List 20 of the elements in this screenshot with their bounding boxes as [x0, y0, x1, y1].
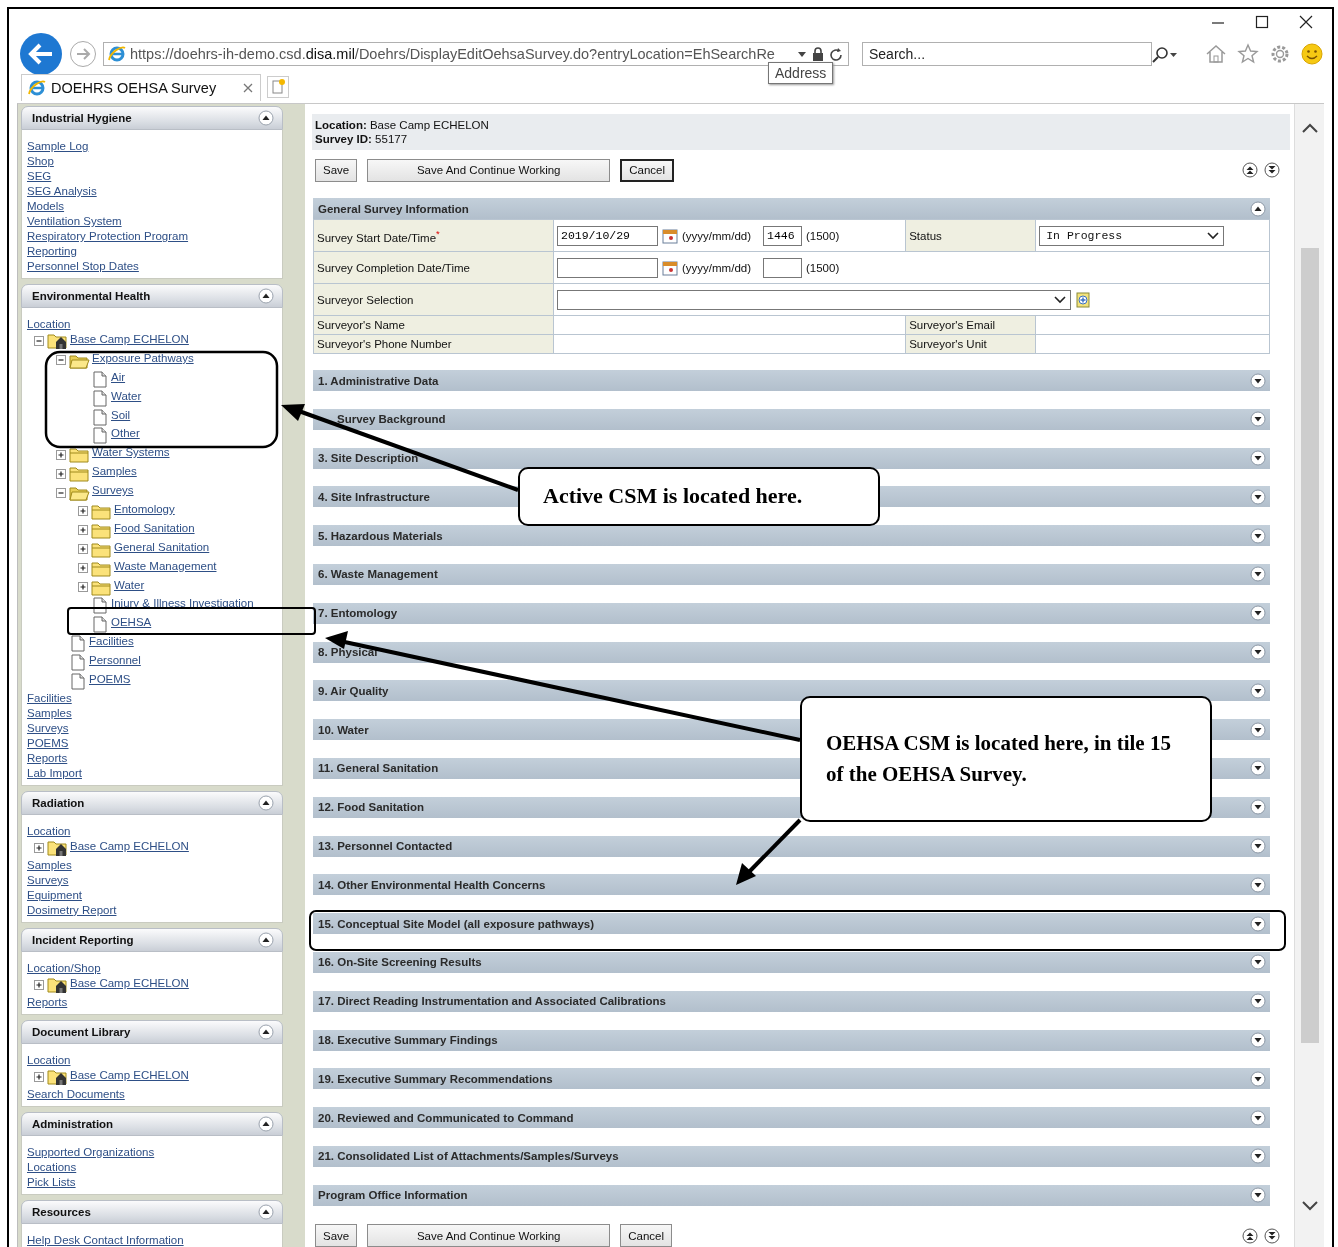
- format-hint: (yyyy/mm/dd): [682, 229, 751, 242]
- panel-title: Industrial Hygiene: [32, 112, 132, 124]
- field-label: Status: [905, 219, 1036, 252]
- callout-tooltip: Active CSM is located here.: [518, 467, 880, 526]
- panel-title: Administration: [32, 1117, 114, 1130]
- field-label: Survey Completion Date/Time: [313, 251, 554, 284]
- callout-tooltip: OEHSA CSM is located here, in tile 15 of the OEHSA Survey.: [800, 696, 1212, 822]
- panel-title: Document Library: [32, 1025, 131, 1038]
- format-hint: (1500): [806, 261, 840, 274]
- field-label: Surveyor Selection: [313, 283, 554, 316]
- survey-id-text: Survey ID: 55177: [315, 132, 409, 146]
- format-hint: (1500): [806, 229, 840, 242]
- panel-title: Environmental Health: [32, 290, 151, 302]
- field-label: Survey Start Date/Time$^{*}$: [313, 219, 554, 252]
- panel-title: Resources: [32, 1205, 91, 1218]
- panel-title: Radiation: [32, 796, 85, 809]
- tooltip: Address: [768, 62, 834, 84]
- panel-title: Incident Reporting: [32, 933, 134, 946]
- location-text: Location: Base Camp ECHELON: [315, 118, 490, 132]
- format-hint: (yyyy/mm/dd): [682, 261, 751, 274]
